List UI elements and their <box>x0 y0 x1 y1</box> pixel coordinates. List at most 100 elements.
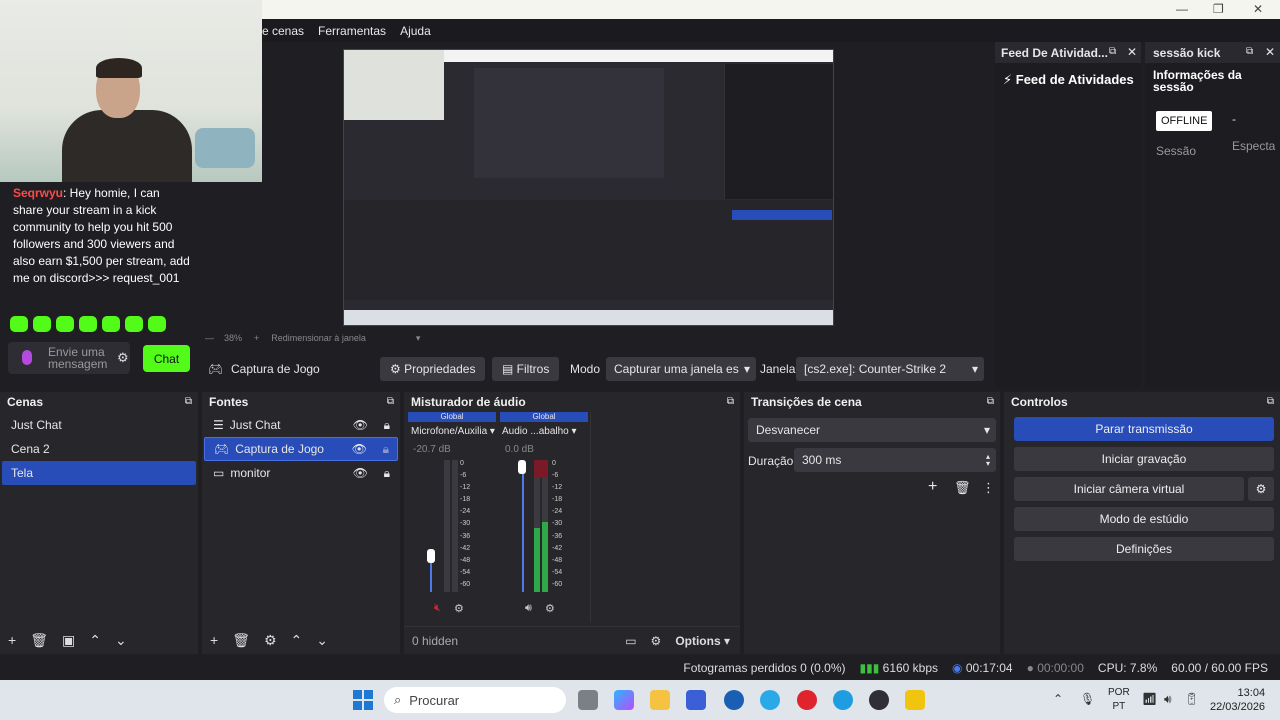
speaker-icon[interactable]: 🔊︎ <box>1164 692 1172 707</box>
more-icon[interactable]: ⋮ <box>982 480 995 496</box>
source-item[interactable]: ▭ monitor 👁︎ 🔒︎ <box>204 461 398 485</box>
settings-icon[interactable]: ⚙ <box>545 602 555 615</box>
language-indicator[interactable]: POR PT <box>1108 686 1130 714</box>
resize-to-window[interactable]: Redimensionar à janela <box>271 333 366 343</box>
window-dropdown[interactable]: [cs2.exe]: Counter-Strike 2 ▾ <box>796 357 984 381</box>
status-bar: Fotogramas perdidos 0 (0.0%) ▮▮▮ 6160 kb… <box>0 656 1280 680</box>
float-icon: ⧉ <box>986 396 994 407</box>
volume-slider-track[interactable] <box>522 467 524 592</box>
sources-header: Fontes ⧉ <box>202 392 400 411</box>
emote-icon[interactable] <box>102 316 120 332</box>
wifi-icon[interactable]: 📶︎ <box>1142 692 1157 706</box>
chevron-down-icon[interactable]: ⌄ <box>115 632 127 649</box>
settings-icon[interactable]: ⚙ <box>454 602 464 615</box>
taskbar-search[interactable]: ⌕ Procurar <box>384 687 566 713</box>
app-icon[interactable] <box>760 690 780 710</box>
settings-button[interactable]: Definições <box>1014 537 1274 561</box>
add-icon[interactable]: + <box>210 632 218 648</box>
maximize-icon[interactable]: ❐ <box>1213 2 1224 16</box>
chat-message-text: : Hey homie, I can share your stream in … <box>13 186 190 285</box>
microphone-icon[interactable] <box>22 350 32 365</box>
start-virtual-camera-button[interactable]: Iniciar câmera virtual <box>1014 477 1244 501</box>
chevron-up-icon[interactable]: ⌃ <box>89 632 101 649</box>
stop-stream-button[interactable]: Parar transmissão <box>1014 417 1274 441</box>
gear-icon[interactable]: ⚙ <box>117 350 129 366</box>
trash-icon[interactable]: 🗑︎ <box>954 480 971 496</box>
close-icon[interactable]: ✕ <box>1253 2 1263 16</box>
channel-name[interactable]: Áudio ...abalho ▾ <box>502 426 588 437</box>
gear-icon[interactable]: ⚙ <box>264 632 277 649</box>
session-title: Informações da sessão <box>1153 68 1242 94</box>
emote-icon[interactable] <box>33 316 51 332</box>
float-icon[interactable]: ⧉ <box>1109 46 1116 57</box>
clock[interactable]: 13:04 22/03/2026 <box>1210 686 1265 714</box>
mixer-options-button[interactable]: Options ▾ <box>675 634 730 648</box>
copilot-icon[interactable] <box>614 690 634 710</box>
channel-name[interactable]: Microfone/Auxilia ▾ <box>411 426 497 437</box>
float-icon: ⧉ <box>1266 396 1274 407</box>
filters-button[interactable]: ▤ Filtros <box>492 357 560 381</box>
hp-icon[interactable] <box>724 690 744 710</box>
minimize-icon[interactable]: — <box>1176 2 1188 16</box>
emote-icon[interactable] <box>56 316 74 332</box>
filter-icon[interactable]: ▣ <box>62 632 75 649</box>
battery-icon[interactable]: 🔋︎ <box>1184 692 1199 706</box>
zoom-level[interactable]: 38% <box>224 333 242 343</box>
duration-input[interactable]: 300 ms ▴ ▾ <box>794 448 996 472</box>
chevron-up-icon[interactable]: ⌃ <box>1053 692 1063 706</box>
trash-icon[interactable]: 🗑︎ <box>30 632 48 649</box>
scene-item[interactable]: Just Chat <box>2 413 196 437</box>
scene-item[interactable]: Cena 2 <box>2 437 196 461</box>
muted-speaker-icon[interactable]: 🔇︎ <box>434 602 441 615</box>
add-icon[interactable]: + <box>8 632 16 648</box>
emote-row <box>10 316 166 332</box>
menu-item-help[interactable]: Ajuda <box>400 24 431 38</box>
float-icon[interactable]: ⧉ <box>1246 46 1253 57</box>
start-recording-button[interactable]: Iniciar gravação <box>1014 447 1274 471</box>
task-view-icon[interactable] <box>578 690 598 710</box>
emote-icon[interactable] <box>125 316 143 332</box>
obs-icon[interactable] <box>869 690 889 710</box>
add-icon[interactable]: + <box>928 478 937 496</box>
scene-item-selected[interactable]: Tela <box>2 461 196 485</box>
edge-icon[interactable] <box>833 690 853 710</box>
app-icon[interactable] <box>905 690 925 710</box>
volume-slider-handle[interactable] <box>518 460 526 474</box>
emote-icon[interactable] <box>148 316 166 332</box>
transition-dropdown[interactable]: Desvanecer ▾ <box>748 418 996 442</box>
chat-input[interactable]: Envie uma mensagem <box>8 342 130 374</box>
chevron-up-icon[interactable]: ⌃ <box>291 632 303 649</box>
eye-icon: 👁︎ <box>352 466 368 480</box>
opera-icon[interactable] <box>797 690 817 710</box>
window-label: Janela <box>760 362 796 376</box>
menu-item-tools[interactable]: Ferramentas <box>318 24 386 38</box>
windows-start-icon[interactable] <box>353 690 373 710</box>
session-label: Sessão <box>1156 144 1197 158</box>
chat-send-button[interactable]: Chat <box>143 345 190 372</box>
file-explorer-icon[interactable] <box>650 690 670 710</box>
mode-dropdown[interactable]: Capturar uma janela es ▾ <box>606 357 756 381</box>
close-icon[interactable]: ✕ <box>1127 45 1137 59</box>
stream-time: ◉ 00:17:04 <box>952 661 1013 675</box>
gear-icon[interactable]: ⚙ <box>1248 477 1274 501</box>
volume-slider-handle[interactable] <box>427 548 435 563</box>
source-item[interactable]: ☰ Just Chat 👁︎ 🔒︎ <box>204 413 398 437</box>
store-icon[interactable] <box>686 690 706 710</box>
hidden-count[interactable]: 0 hidden <box>412 634 458 648</box>
menu-item-scenes[interactable]: e cenas <box>262 24 304 38</box>
studio-mode-button[interactable]: Modo de estúdio <box>1014 507 1274 531</box>
emote-icon[interactable] <box>79 316 97 332</box>
layout-icon[interactable]: ▭ <box>625 634 636 648</box>
trash-icon[interactable]: 🗑︎ <box>232 632 250 649</box>
properties-button[interactable]: ⚙ Propriedades <box>380 357 486 381</box>
mixer-settings-icon[interactable]: ⚙ <box>651 634 662 648</box>
channel-db: -20.7 dB <box>413 444 451 455</box>
emote-icon[interactable] <box>10 316 28 332</box>
nested-stop-button <box>732 210 832 220</box>
microphone-icon[interactable]: 🎙︎ <box>1080 692 1095 706</box>
close-icon[interactable]: ✕ <box>1265 45 1275 59</box>
program-preview[interactable] <box>343 49 834 326</box>
chevron-down-icon[interactable]: ⌄ <box>316 632 328 649</box>
speaker-icon[interactable]: 🔊︎ <box>525 602 532 615</box>
source-item-selected[interactable]: 🎮︎ Captura de Jogo 👁︎ 🔒︎ <box>204 437 398 461</box>
